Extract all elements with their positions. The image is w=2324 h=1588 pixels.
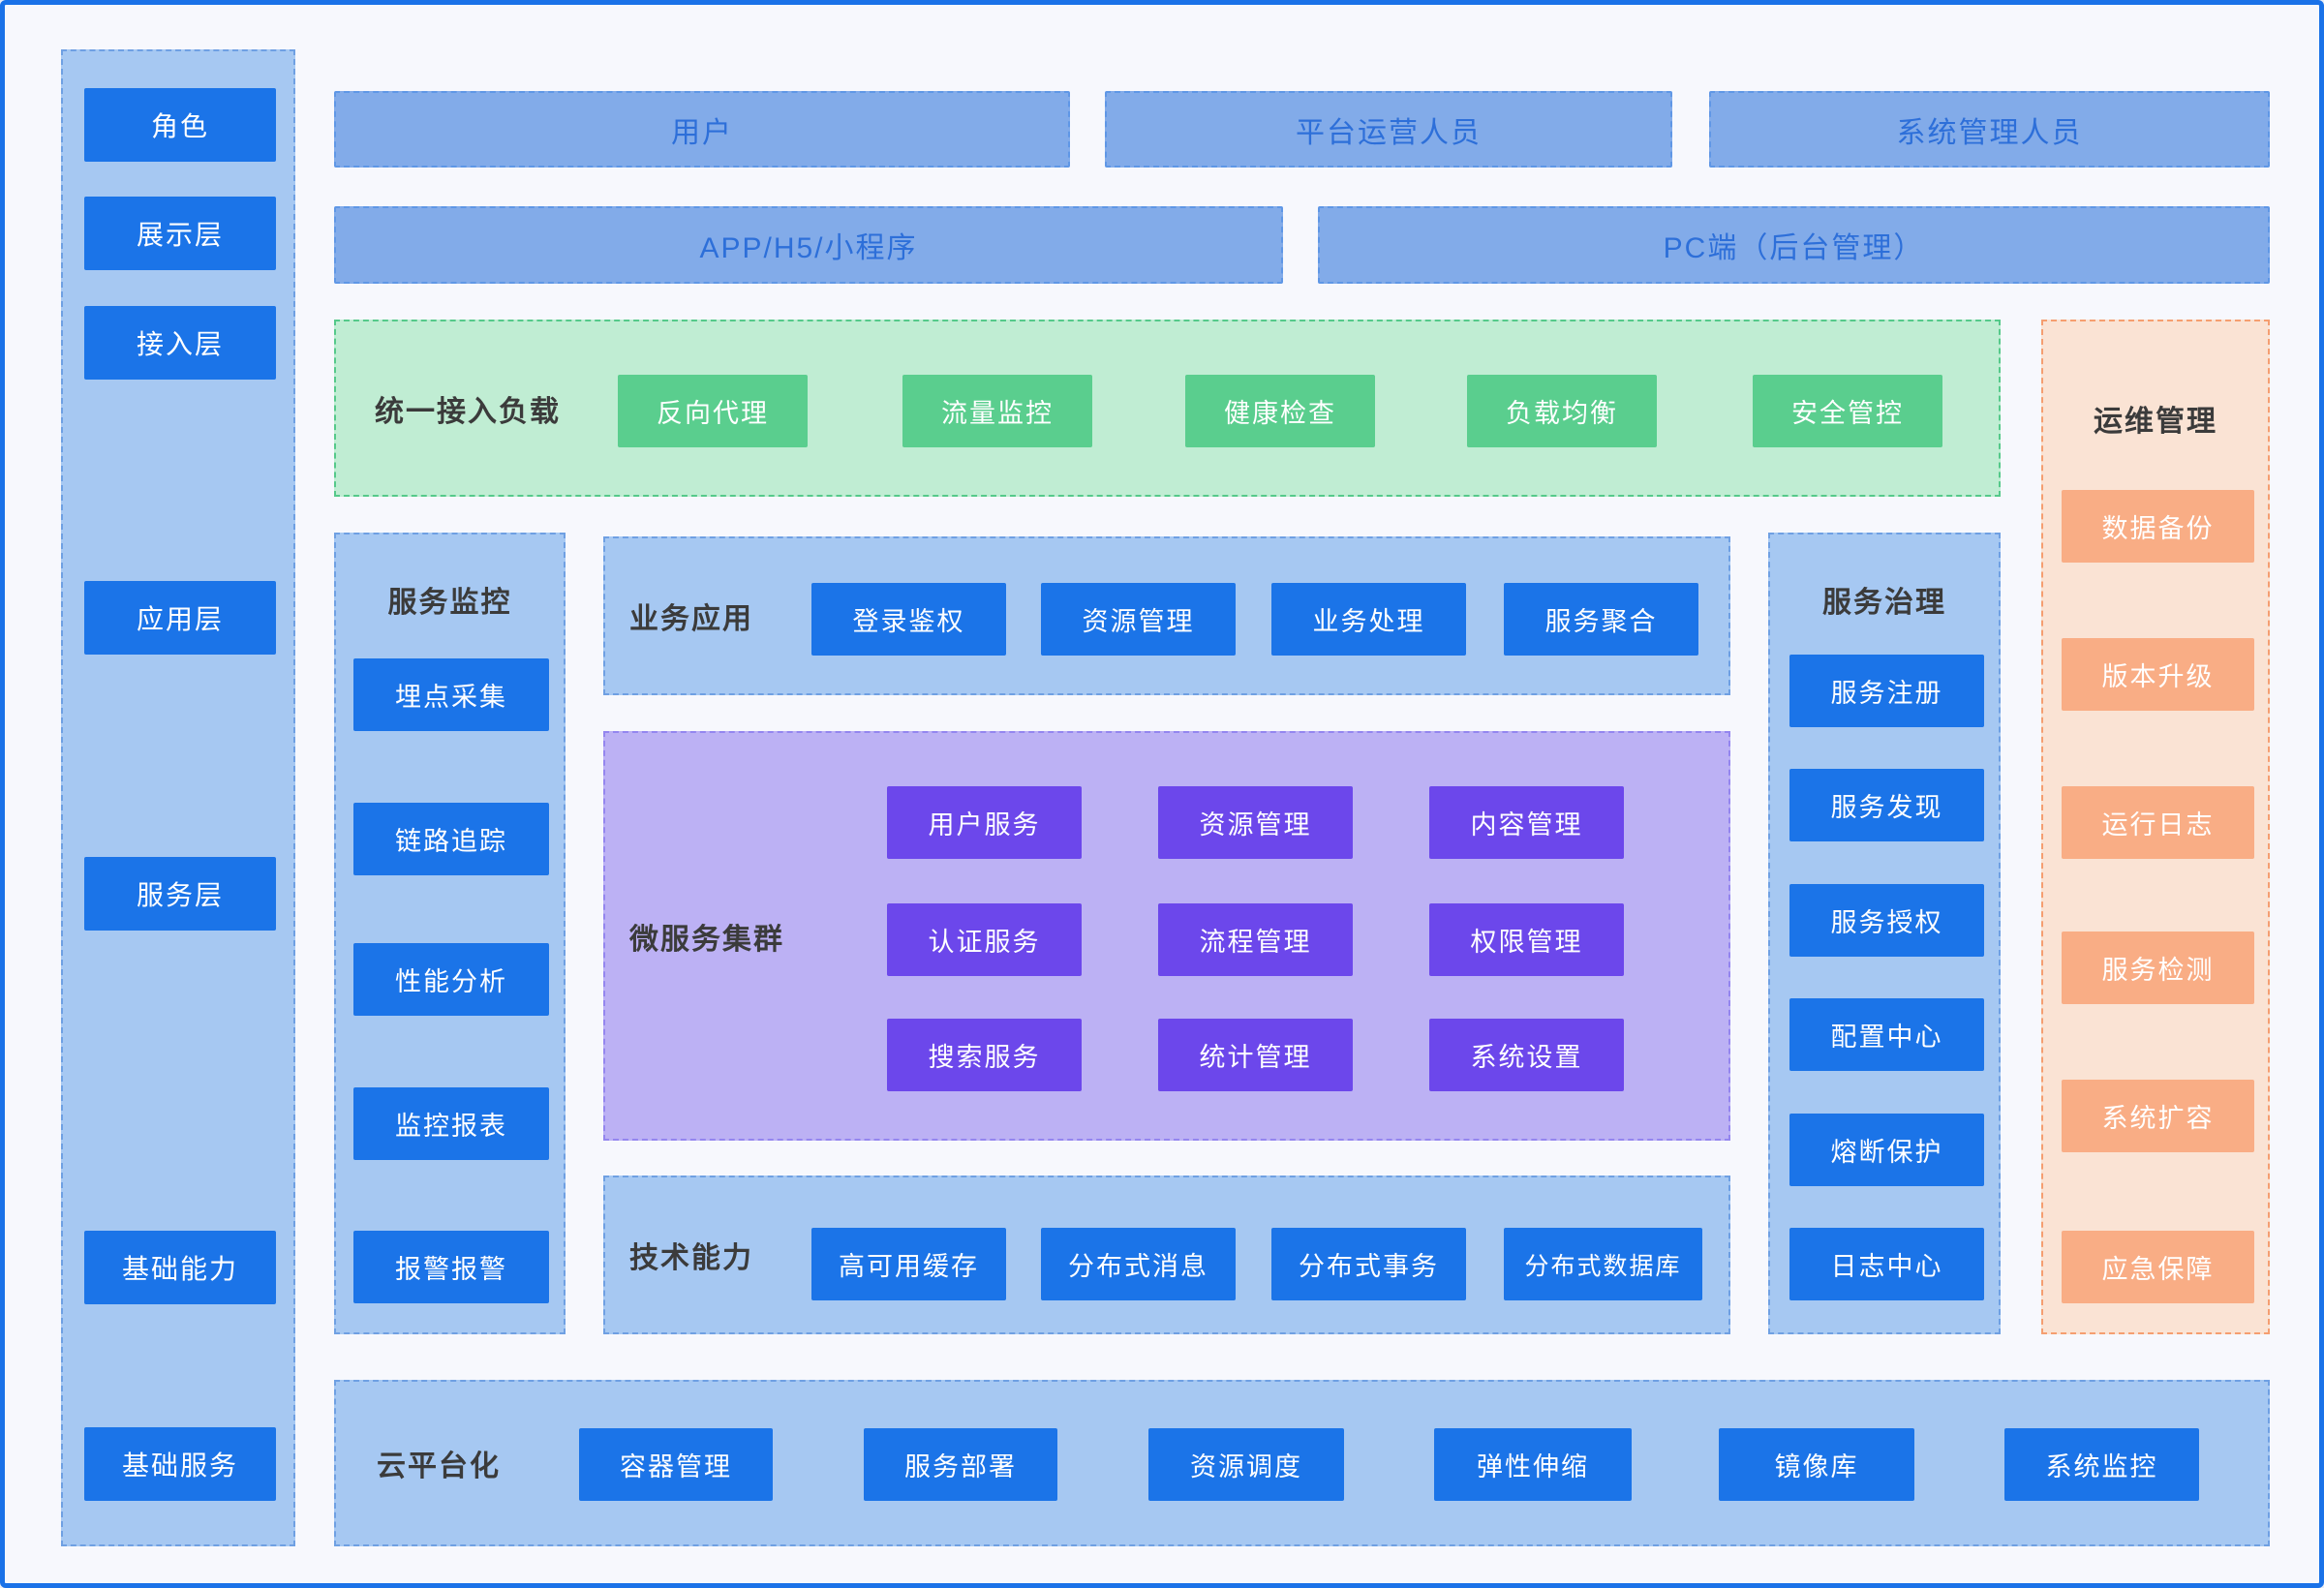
node-application-layer: 应用层: [84, 581, 276, 655]
node-presentation-layer: 展示层: [84, 197, 276, 270]
node-ha-cache: 高可用缓存: [811, 1228, 1006, 1300]
node-user: 用户: [334, 91, 1070, 168]
service-governance-title: 服务治理: [1770, 578, 1999, 621]
business-application-zone: 业务应用 登录鉴权 资源管理 业务处理 服务聚合: [603, 536, 1730, 695]
service-monitor-title: 服务监控: [336, 578, 564, 621]
node-traffic-monitor: 流量监控: [902, 375, 1092, 447]
cloud-platform-title: 云平台化: [377, 1382, 501, 1544]
node-login-auth: 登录鉴权: [811, 583, 1006, 656]
node-distributed-database: 分布式数据库: [1504, 1228, 1702, 1300]
node-service-detection: 服务检测: [2062, 931, 2254, 1004]
microservice-cluster-title: 微服务集群: [629, 733, 784, 1139]
node-permission-mgmt-service: 权限管理: [1429, 903, 1624, 976]
node-monitor-report: 监控报表: [353, 1087, 549, 1160]
node-app-h5-miniprogram: APP/H5/小程序: [334, 206, 1283, 284]
node-resource-management: 资源管理: [1041, 583, 1236, 656]
node-run-logs: 运行日志: [2062, 786, 2254, 859]
unified-access-zone: 统一接入负载 反向代理 流量监控 健康检查 负载均衡 安全管控: [334, 320, 2001, 497]
node-image-repo: 镜像库: [1719, 1428, 1914, 1501]
cloud-platform-zone: 云平台化 容器管理 服务部署 资源调度 弹性伸缩 镜像库 系统监控: [334, 1380, 2270, 1546]
node-tracking-collection: 埋点采集: [353, 658, 549, 731]
node-system-admin: 系统管理人员: [1709, 91, 2270, 168]
node-load-balancing: 负载均衡: [1467, 375, 1657, 447]
node-container-mgmt: 容器管理: [579, 1428, 773, 1501]
node-alarm: 报警报警: [353, 1231, 549, 1303]
node-data-backup: 数据备份: [2062, 490, 2254, 563]
node-service-authorization: 服务授权: [1789, 884, 1984, 957]
node-platform-operator: 平台运营人员: [1105, 91, 1672, 168]
layer-legend-column: 角色 展示层 接入层 应用层 服务层 基础能力 基础服务: [61, 49, 295, 1546]
node-service-register: 服务注册: [1789, 655, 1984, 727]
node-process-mgmt-service: 流程管理: [1158, 903, 1353, 976]
node-emergency-support: 应急保障: [2062, 1231, 2254, 1303]
tech-capability-title: 技术能力: [629, 1177, 753, 1332]
unified-access-title: 统一接入负载: [375, 321, 561, 495]
microservice-cluster-zone: 微服务集群 用户服务 资源管理 内容管理 认证服务 流程管理 权限管理 搜索服务…: [603, 731, 1730, 1141]
node-distributed-message: 分布式消息: [1041, 1228, 1236, 1300]
node-stats-mgmt-service: 统计管理: [1158, 1019, 1353, 1091]
node-base-service: 基础服务: [84, 1427, 276, 1501]
service-governance-zone: 服务治理 服务注册 服务发现 服务授权 配置中心 熔断保护 日志中心: [1768, 533, 2001, 1334]
node-search-service: 搜索服务: [887, 1019, 1082, 1091]
business-application-title: 业务应用: [629, 538, 753, 693]
node-system-settings-service: 系统设置: [1429, 1019, 1624, 1091]
node-access-layer: 接入层: [84, 306, 276, 380]
node-system-monitor: 系统监控: [2004, 1428, 2199, 1501]
service-monitor-zone: 服务监控 埋点采集 链路追踪 性能分析 监控报表 报警报警: [334, 533, 566, 1334]
ops-management-title: 运维管理: [2043, 397, 2268, 440]
node-pc-backend: PC端（后台管理）: [1318, 206, 2270, 284]
node-content-mgmt-service: 内容管理: [1429, 786, 1624, 859]
node-resource-scheduling: 资源调度: [1148, 1428, 1344, 1501]
node-base-capability: 基础能力: [84, 1231, 276, 1304]
node-role: 角色: [84, 88, 276, 162]
node-reverse-proxy: 反向代理: [618, 375, 808, 447]
node-resource-mgmt-service: 资源管理: [1158, 786, 1353, 859]
node-config-center: 配置中心: [1789, 998, 1984, 1071]
node-user-service: 用户服务: [887, 786, 1082, 859]
node-system-scaling: 系统扩容: [2062, 1080, 2254, 1152]
node-version-upgrade: 版本升级: [2062, 638, 2254, 711]
node-distributed-transaction: 分布式事务: [1271, 1228, 1466, 1300]
node-log-center: 日志中心: [1789, 1228, 1984, 1300]
node-performance-analysis: 性能分析: [353, 943, 549, 1016]
node-elastic-scaling: 弹性伸缩: [1434, 1428, 1632, 1501]
tech-capability-zone: 技术能力 高可用缓存 分布式消息 分布式事务 分布式数据库: [603, 1176, 1730, 1334]
node-circuit-breaker: 熔断保护: [1789, 1114, 1984, 1186]
node-health-check: 健康检查: [1185, 375, 1375, 447]
node-auth-service: 认证服务: [887, 903, 1082, 976]
node-security-control: 安全管控: [1753, 375, 1942, 447]
node-service-layer: 服务层: [84, 857, 276, 931]
node-service-aggregation: 服务聚合: [1504, 583, 1698, 656]
node-business-process: 业务处理: [1271, 583, 1466, 656]
node-service-deploy: 服务部署: [864, 1428, 1057, 1501]
node-service-discovery: 服务发现: [1789, 769, 1984, 841]
architecture-diagram: 角色 展示层 接入层 应用层 服务层 基础能力 基础服务 用户 平台运营人员 系…: [0, 0, 2324, 1588]
node-link-trace: 链路追踪: [353, 803, 549, 875]
ops-management-zone: 运维管理 数据备份 版本升级 运行日志 服务检测 系统扩容 应急保障: [2041, 320, 2270, 1334]
